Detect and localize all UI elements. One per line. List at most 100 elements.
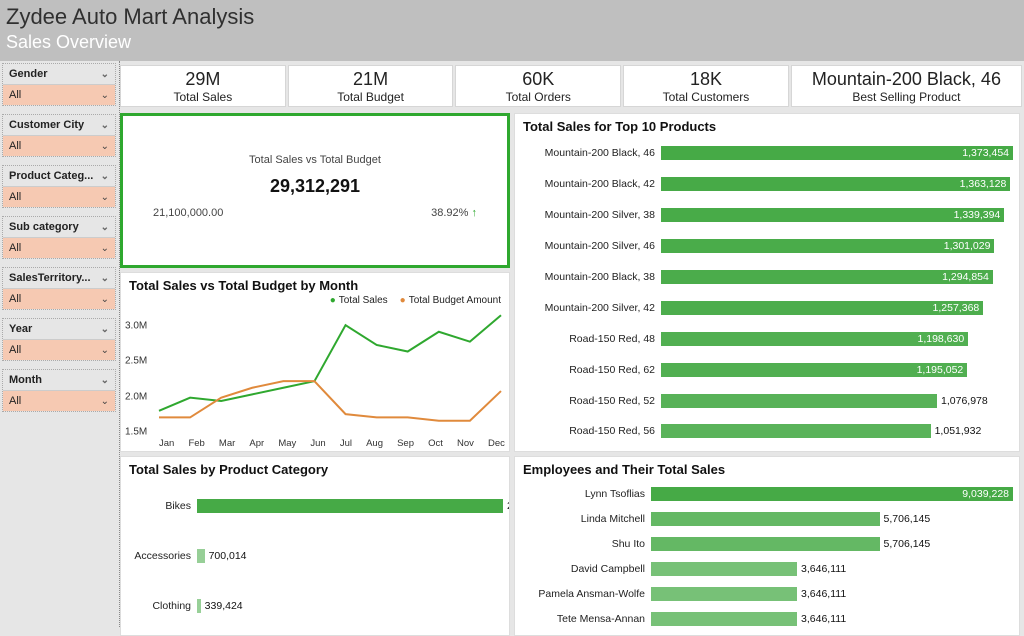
kpi-value: 29M: [185, 69, 220, 90]
bar-fill: [661, 424, 931, 438]
chevron-down-icon: ⌄: [101, 141, 109, 152]
bar-label: Mountain-200 Black, 46: [521, 147, 661, 159]
chevron-down-icon: ⌄: [101, 120, 109, 131]
chevron-down-icon: ⌄: [101, 243, 109, 254]
bar-track: 1,339,394: [661, 208, 1013, 222]
chevron-down-icon: ⌄: [101, 171, 109, 182]
bar-row: Linda Mitchell 5,706,145: [521, 509, 1013, 529]
header: Zydee Auto Mart Analysis Sales Overview: [0, 0, 1024, 61]
kpi-label: Total Budget: [337, 90, 404, 104]
bar-value: 1,339,394: [950, 208, 1005, 222]
bar-track: 1,051,932: [661, 424, 1013, 438]
filter-label: Product Categ...: [9, 170, 93, 182]
kpi-value: Mountain-200 Black, 46: [812, 69, 1001, 90]
bar-track: 3,646,111: [651, 612, 1013, 626]
bar-row: Mountain-200 Black, 46 1,373,454: [521, 143, 1013, 163]
chart-title: Employees and Their Total Sales: [515, 457, 1019, 479]
bar-label: Shu Ito: [521, 538, 651, 550]
chevron-down-icon: ⌄: [101, 192, 109, 203]
bar-label: Lynn Tsoflias: [521, 488, 651, 500]
bar-fill: [651, 512, 880, 526]
bar-fill: [651, 562, 797, 576]
kpi-card-budget: 21,100,000.00: [153, 207, 223, 219]
bar-row: Road-150 Red, 62 1,195,052: [521, 360, 1013, 380]
filter-gender[interactable]: Gender⌄ All⌄: [2, 63, 116, 106]
bar-track: 3,646,111: [651, 587, 1013, 601]
bar-label: David Campbell: [521, 563, 651, 575]
bar-track: 1,195,052: [661, 363, 1013, 377]
arrow-up-icon: ↑: [472, 207, 478, 219]
filter-label: Sub category: [9, 221, 79, 233]
chevron-down-icon: ⌄: [101, 345, 109, 356]
bar-label: Accessories: [127, 550, 197, 562]
chart-monthly[interactable]: Total Sales vs Total Budget by Month Tot…: [120, 272, 510, 452]
bar-row: David Campbell 3,646,111: [521, 559, 1013, 579]
filter-value: All: [9, 140, 21, 152]
filter-label: Year: [9, 323, 32, 335]
bar-value: 1,198,630: [913, 332, 968, 346]
bar-track: 9,039,228: [651, 487, 1013, 501]
filter-product-categ-[interactable]: Product Categ... ⌄ All ⌄: [2, 165, 116, 208]
kpi-total-orders[interactable]: 60KTotal Orders: [455, 65, 621, 107]
filter-month[interactable]: Month⌄ All⌄: [2, 369, 116, 412]
kpi-card-sales-vs-budget[interactable]: Total Sales vs Total Budget 29,312,291 2…: [120, 113, 510, 268]
kpi-total-customers[interactable]: 18KTotal Customers: [623, 65, 789, 107]
bar-row: Mountain-200 Black, 38 1,294,854: [521, 267, 1013, 287]
bar-track: 1,294,854: [661, 270, 1013, 284]
bar-label: Mountain-200 Black, 42: [521, 178, 661, 190]
chevron-down-icon: ⌄: [101, 294, 109, 305]
bar-value: 339,424: [201, 599, 243, 613]
filter-value: All: [9, 191, 21, 203]
chevron-down-icon: ⌄: [101, 222, 109, 233]
bar-row: Bikes 28,272,853: [127, 496, 503, 516]
bar-label: Pamela Ansman-Wolfe: [521, 588, 651, 600]
bar-track: 1,198,630: [661, 332, 1013, 346]
filter-salesterritory-[interactable]: SalesTerritory...⌄ All⌄: [2, 267, 116, 310]
bar-value: 1,363,128: [956, 177, 1011, 191]
bar-row: Shu Ito 5,706,145: [521, 534, 1013, 554]
filter-value: All: [9, 242, 21, 254]
bar-track: 5,706,145: [651, 512, 1013, 526]
bar-value: 5,706,145: [880, 512, 931, 526]
page-title: Zydee Auto Mart Analysis: [6, 4, 1018, 30]
legend-sales: Total Sales: [330, 295, 388, 306]
bar-row: Mountain-200 Silver, 46 1,301,029: [521, 236, 1013, 256]
chart-plot-area: 3.0M2.5M2.0M1.5M: [125, 308, 505, 436]
bar-fill: [197, 499, 503, 513]
bar-track: 5,706,145: [651, 537, 1013, 551]
bar-track: 339,424: [197, 599, 503, 613]
bar-label: Road-150 Red, 52: [521, 395, 661, 407]
filter-sub-category[interactable]: Sub category ⌄ All ⌄: [2, 216, 116, 259]
bar-track: 1,301,029: [661, 239, 1013, 253]
chevron-down-icon: ⌄: [101, 324, 109, 335]
bar-value: 1,257,368: [929, 301, 984, 315]
kpi-total-budget[interactable]: 21MTotal Budget: [288, 65, 454, 107]
bar-value: 1,294,854: [938, 270, 993, 284]
filter-customer-city[interactable]: Customer City⌄ All⌄: [2, 114, 116, 157]
bar-value: 3,646,111: [797, 612, 846, 626]
bar-value: 28,272,853: [503, 499, 509, 513]
filters-panel: Gender⌄ All⌄Customer City⌄ All⌄Product C…: [0, 61, 120, 627]
bar-row: Clothing 339,424: [127, 596, 503, 616]
chevron-down-icon: ⌄: [101, 396, 109, 407]
bar-label: Road-150 Red, 48: [521, 333, 661, 345]
bar-track: 1,373,454: [661, 146, 1013, 160]
filter-label: Month: [9, 374, 42, 386]
kpi-best-selling-product[interactable]: Mountain-200 Black, 46Best Selling Produ…: [791, 65, 1022, 107]
bar-value: 3,646,111: [797, 587, 846, 601]
filter-label: Gender: [9, 68, 48, 80]
bar-label: Road-150 Red, 62: [521, 364, 661, 376]
chart-top10[interactable]: Total Sales for Top 10 Products Mountain…: [514, 113, 1020, 452]
bar-fill: [661, 394, 937, 408]
page-subtitle: Sales Overview: [6, 32, 1018, 53]
bar-label: Mountain-200 Silver, 38: [521, 209, 661, 221]
bar-value: 1,301,029: [940, 239, 995, 253]
bar-fill: [651, 537, 880, 551]
kpi-card-title: Total Sales vs Total Budget: [249, 154, 381, 166]
chevron-down-icon: ⌄: [101, 90, 109, 101]
filter-value: All: [9, 344, 21, 356]
filter-year[interactable]: Year ⌄ All ⌄: [2, 318, 116, 361]
chart-category[interactable]: Total Sales by Product Category Bikes 28…: [120, 456, 510, 636]
chart-employees[interactable]: Employees and Their Total Sales Lynn Tso…: [514, 456, 1020, 636]
kpi-total-sales[interactable]: 29MTotal Sales: [120, 65, 286, 107]
